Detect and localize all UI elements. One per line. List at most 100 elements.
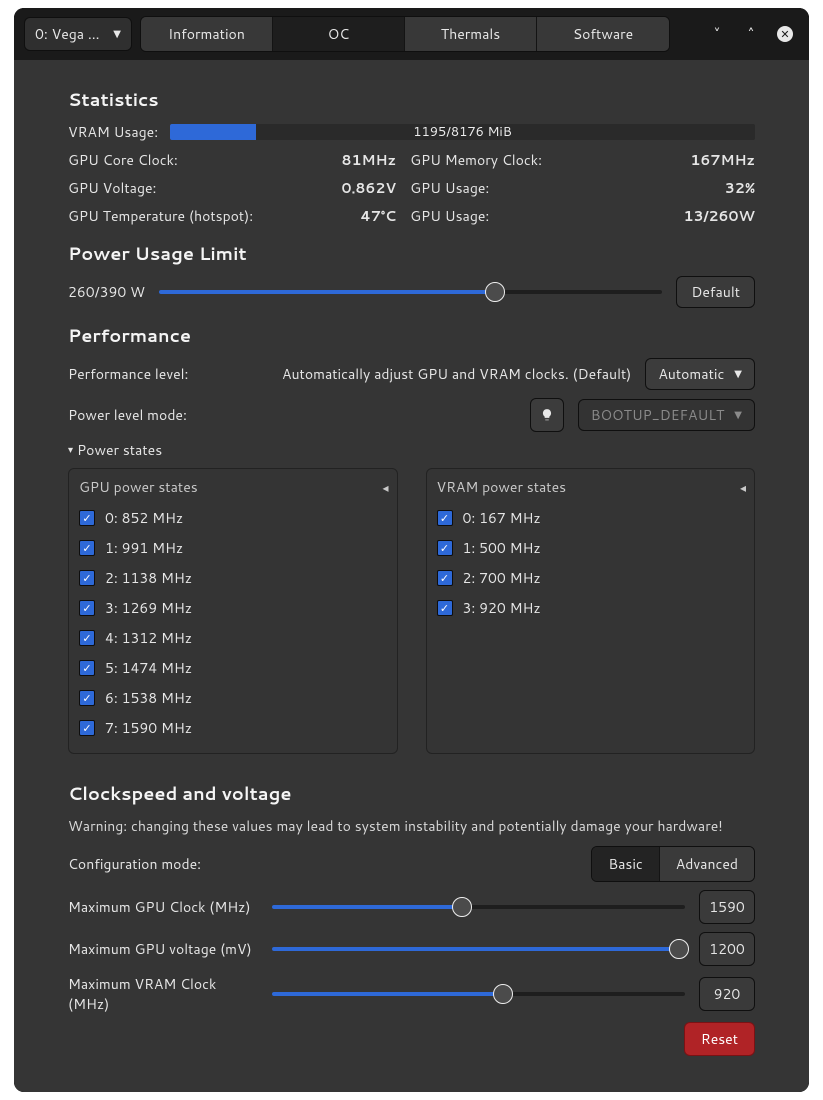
vram-usage-row: VRAM Usage: 1195/8176 MiB — [68, 122, 755, 142]
gpu-state-1-checkbox[interactable]: ✓ — [79, 540, 95, 556]
clockspeed-row-1-value[interactable]: 1200 — [699, 932, 755, 966]
power-states-toggle[interactable]: ▾ Power states — [68, 440, 755, 460]
vram-state-0: ✓ 0: 167 MHz — [437, 503, 745, 533]
lightbulb-icon — [540, 408, 554, 422]
chevron-up-icon[interactable]: ˄ — [741, 24, 761, 44]
gpu-state-3-label: 3: 1269 MHz — [105, 598, 192, 618]
gpu-state-3-checkbox[interactable]: ✓ — [79, 600, 95, 616]
gpu-voltage-label: GPU Voltage: — [68, 178, 327, 198]
gpu-temp-value: 47°C — [341, 206, 396, 226]
gpu-state-3: ✓ 3: 1269 MHz — [79, 593, 387, 623]
collapse-left-icon[interactable]: ◂ — [382, 479, 388, 496]
top-bar: 0: Vega 1… ▼ Information OC Thermals Sof… — [14, 8, 809, 60]
clockspeed-row-0-label: Maximum GPU Clock (MHz) — [68, 897, 258, 917]
gpu-power-states-title: GPU power states — [79, 477, 387, 497]
performance-level-dropdown[interactable]: Automatic ▼ — [645, 358, 755, 390]
clockspeed-row-2-value[interactable]: 920 — [699, 977, 755, 1011]
vram-state-1-checkbox[interactable]: ✓ — [437, 540, 453, 556]
vram-usage-label: VRAM Usage: — [68, 122, 158, 142]
triangle-down-icon: ▾ — [68, 443, 73, 457]
chevron-down-icon: ▼ — [113, 27, 121, 41]
vram-state-3: ✓ 3: 920 MHz — [437, 593, 745, 623]
gpu-state-7: ✓ 7: 1590 MHz — [79, 713, 387, 743]
clockspeed-row-1: Maximum GPU voltage (mV) 1200 — [68, 932, 755, 966]
clockspeed-row-2-slider[interactable] — [272, 982, 685, 1006]
power-mode-row: Power level mode: BOOTUP_DEFAULT ▼ — [68, 398, 755, 432]
gpu-usage-label: GPU Usage: — [410, 178, 669, 198]
gpu-state-4: ✓ 4: 1312 MHz — [79, 623, 387, 653]
gpu-power-label: GPU Usage: — [410, 206, 669, 226]
gpu-temp-label: GPU Temperature (hotspot): — [68, 206, 327, 226]
chevron-down-icon[interactable]: ˅ — [707, 24, 727, 44]
tab-software[interactable]: Software — [537, 17, 669, 51]
vram-state-1-label: 1: 500 MHz — [463, 538, 541, 558]
clockspeed-row-1-slider[interactable] — [272, 937, 685, 961]
clockspeed-row-0-value[interactable]: 1590 — [699, 890, 755, 924]
gpu-state-5-label: 5: 1474 MHz — [105, 658, 192, 678]
config-mode-basic[interactable]: Basic — [592, 847, 658, 881]
power-mode-hint-button[interactable] — [530, 398, 564, 432]
performance-level-label: Performance level: — [68, 364, 188, 384]
gpu-selector-dropdown[interactable]: 0: Vega 1… ▼ — [24, 17, 132, 51]
reset-button[interactable]: Reset — [684, 1022, 755, 1056]
tab-information[interactable]: Information — [141, 17, 273, 51]
power-limit-value: 260/390 W — [68, 282, 145, 302]
vram-state-1: ✓ 1: 500 MHz — [437, 533, 745, 563]
vram-state-0-checkbox[interactable]: ✓ — [437, 510, 453, 526]
gpu-state-5: ✓ 5: 1474 MHz — [79, 653, 387, 683]
collapse-left-icon[interactable]: ◂ — [740, 479, 746, 496]
vram-state-2-checkbox[interactable]: ✓ — [437, 570, 453, 586]
gpu-state-1: ✓1: 991 MHz — [79, 533, 387, 563]
gpu-core-clock-value: 81MHz — [341, 150, 396, 170]
statistics-grid: GPU Core Clock: 81MHz GPU Memory Clock: … — [68, 150, 755, 226]
power-limit-row: 260/390 W Default — [68, 276, 755, 308]
clockspeed-row-2: Maximum VRAM Clock (MHz) 920 — [68, 974, 755, 1014]
vram-state-3-checkbox[interactable]: ✓ — [437, 600, 453, 616]
vram-usage-text: 1195/8176 MiB — [170, 124, 755, 140]
performance-heading: Performance — [68, 322, 755, 348]
gpu-memory-clock-value: 167MHz — [684, 150, 755, 170]
clockspeed-row-0-slider[interactable] — [272, 895, 685, 919]
vram-state-3-label: 3: 920 MHz — [463, 598, 541, 618]
close-button[interactable]: ✕ — [775, 24, 795, 44]
clockspeed-row-2-label: Maximum VRAM Clock (MHz) — [68, 974, 258, 1014]
config-mode-advanced[interactable]: Advanced — [659, 847, 754, 881]
gpu-state-7-checkbox[interactable]: ✓ — [79, 720, 95, 736]
vram-state-0-label: 0: 167 MHz — [463, 508, 541, 528]
gpu-usage-value: 32% — [684, 178, 755, 198]
clockspeed-row-1-label: Maximum GPU voltage (mV) — [68, 939, 258, 959]
tab-oc[interactable]: OC — [273, 17, 405, 51]
gpu-state-2-checkbox[interactable]: ✓ — [79, 570, 95, 586]
gpu-state-6-checkbox[interactable]: ✓ — [79, 690, 95, 706]
performance-level-row: Performance level: Automatically adjust … — [68, 358, 755, 390]
chevron-down-icon: ▼ — [734, 367, 742, 381]
vram-power-states-title: VRAM power states — [437, 477, 745, 497]
clockspeed-row-0: Maximum GPU Clock (MHz) 1590 — [68, 890, 755, 924]
gpu-state-7-label: 7: 1590 MHz — [105, 718, 192, 738]
gpu-state-0-checkbox[interactable]: ✓ — [79, 510, 95, 526]
power-states-columns: GPU power states ◂ ✓0: 852 MHz✓1: 991 MH… — [68, 468, 755, 754]
gpu-selector-label: 0: Vega 1… — [35, 24, 105, 44]
reset-row: Reset — [68, 1022, 755, 1056]
gpu-state-6-label: 6: 1538 MHz — [105, 688, 192, 708]
performance-level-desc: Automatically adjust GPU and VRAM clocks… — [202, 364, 631, 384]
gpu-state-4-checkbox[interactable]: ✓ — [79, 630, 95, 646]
app-window: 0: Vega 1… ▼ Information OC Thermals Sof… — [14, 8, 809, 1092]
vram-usage-bar: 1195/8176 MiB — [170, 124, 755, 140]
power-mode-dropdown[interactable]: BOOTUP_DEFAULT ▼ — [578, 399, 755, 431]
gpu-core-clock-label: GPU Core Clock: — [68, 150, 327, 170]
power-limit-heading: Power Usage Limit — [68, 240, 755, 266]
gpu-power-value: 13/260W — [684, 206, 755, 226]
tab-thermals[interactable]: Thermals — [405, 17, 537, 51]
window-controls: ˅ ˄ ✕ — [707, 24, 799, 44]
config-mode-row: Configuration mode: Basic Advanced — [68, 846, 755, 882]
vram-state-2-label: 2: 700 MHz — [463, 568, 541, 588]
gpu-state-2-label: 2: 1138 MHz — [105, 568, 192, 588]
gpu-state-2: ✓ 2: 1138 MHz — [79, 563, 387, 593]
gpu-state-4-label: 4: 1312 MHz — [105, 628, 192, 648]
power-limit-default-button[interactable]: Default — [676, 276, 755, 308]
gpu-state-5-checkbox[interactable]: ✓ — [79, 660, 95, 676]
config-mode-segmented: Basic Advanced — [591, 846, 755, 882]
gpu-state-6: ✓ 6: 1538 MHz — [79, 683, 387, 713]
power-limit-slider[interactable] — [159, 280, 662, 304]
